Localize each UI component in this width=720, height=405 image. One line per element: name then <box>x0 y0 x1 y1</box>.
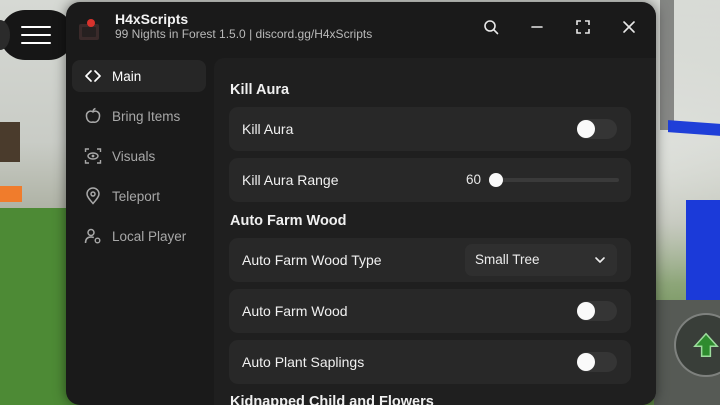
roblox-menu-pill <box>0 10 74 60</box>
kill-aura-toggle[interactable] <box>577 119 617 139</box>
user-settings-icon <box>83 226 103 246</box>
fullscreen-icon <box>576 20 590 34</box>
sidebar: Main Bring Items Visuals Teleport Local … <box>66 58 214 398</box>
auto-plant-saplings-row: Auto Plant Saplings <box>229 340 631 384</box>
main-content: Kill Aura Kill Aura Kill Aura Range 60 A… <box>214 58 656 405</box>
window-title: H4xScripts <box>115 11 189 27</box>
close-icon <box>623 21 635 33</box>
sidebar-item-label: Local Player <box>112 228 187 244</box>
code-icon <box>83 66 103 86</box>
search-icon <box>484 20 499 35</box>
kill-aura-range-label: Kill Aura Range <box>242 172 339 188</box>
dropdown-selected-value: Small Tree <box>475 252 540 267</box>
apple-icon <box>83 106 103 126</box>
auto-plant-saplings-label: Auto Plant Saplings <box>242 354 365 370</box>
sidebar-item-local-player[interactable]: Local Player <box>72 220 206 252</box>
title-bar[interactable]: H4xScripts 99 Nights in Forest 1.5.0 | d… <box>66 2 656 54</box>
auto-farm-wood-type-row: Auto Farm Wood Type Small Tree <box>229 238 631 282</box>
minimize-button[interactable] <box>526 16 548 38</box>
close-button[interactable] <box>618 16 640 38</box>
auto-farm-wood-type-dropdown[interactable]: Small Tree <box>465 244 617 276</box>
game-background-orange-object <box>0 186 22 202</box>
sidebar-item-label: Bring Items <box>112 108 181 124</box>
sidebar-item-visuals[interactable]: Visuals <box>72 140 206 172</box>
sidebar-item-teleport[interactable]: Teleport <box>72 180 206 212</box>
auto-farm-wood-row: Auto Farm Wood <box>229 289 631 333</box>
roblox-logo-partial <box>0 20 10 50</box>
kill-aura-label: Kill Aura <box>242 121 294 137</box>
minimize-icon <box>531 26 543 28</box>
h4x-logo-icon <box>77 18 103 44</box>
auto-farm-wood-label: Auto Farm Wood <box>242 303 348 319</box>
sidebar-item-label: Visuals <box>112 148 156 164</box>
eye-scan-icon <box>83 146 103 166</box>
window-subtitle: 99 Nights in Forest 1.5.0 | discord.gg/H… <box>115 27 373 41</box>
auto-plant-saplings-toggle[interactable] <box>577 352 617 372</box>
maximize-button[interactable] <box>572 16 594 38</box>
section-title-kill-aura: Kill Aura <box>230 82 290 98</box>
section-title-auto-farm-wood: Auto Farm Wood <box>230 213 347 229</box>
toggle-knob <box>577 302 595 320</box>
script-window: H4xScripts 99 Nights in Forest 1.5.0 | d… <box>66 2 656 405</box>
chevron-down-icon <box>595 257 605 263</box>
sidebar-item-label: Main <box>112 68 142 84</box>
game-background-tree <box>0 122 20 162</box>
kill-aura-row: Kill Aura <box>229 107 631 151</box>
search-button[interactable] <box>480 16 502 38</box>
slider-knob[interactable] <box>489 173 503 187</box>
up-arrow-icon <box>693 332 719 357</box>
sidebar-item-main[interactable]: Main <box>72 60 206 92</box>
game-background-pole <box>660 0 674 130</box>
section-title-kidnapped-child: Kidnapped Child and Flowers <box>230 394 434 405</box>
location-pin-icon <box>83 186 103 206</box>
auto-farm-wood-toggle[interactable] <box>577 301 617 321</box>
toggle-knob <box>577 353 595 371</box>
sidebar-item-label: Teleport <box>112 188 161 204</box>
auto-farm-wood-type-label: Auto Farm Wood Type <box>242 252 382 268</box>
game-background-blue-wall <box>686 200 720 300</box>
kill-aura-range-slider[interactable] <box>489 173 619 187</box>
kill-aura-range-row: Kill Aura Range 60 <box>229 158 631 202</box>
sidebar-item-bring-items[interactable]: Bring Items <box>72 100 206 132</box>
kill-aura-range-value: 60 <box>466 172 482 187</box>
toggle-knob <box>577 120 595 138</box>
hamburger-menu-icon[interactable] <box>21 26 51 44</box>
